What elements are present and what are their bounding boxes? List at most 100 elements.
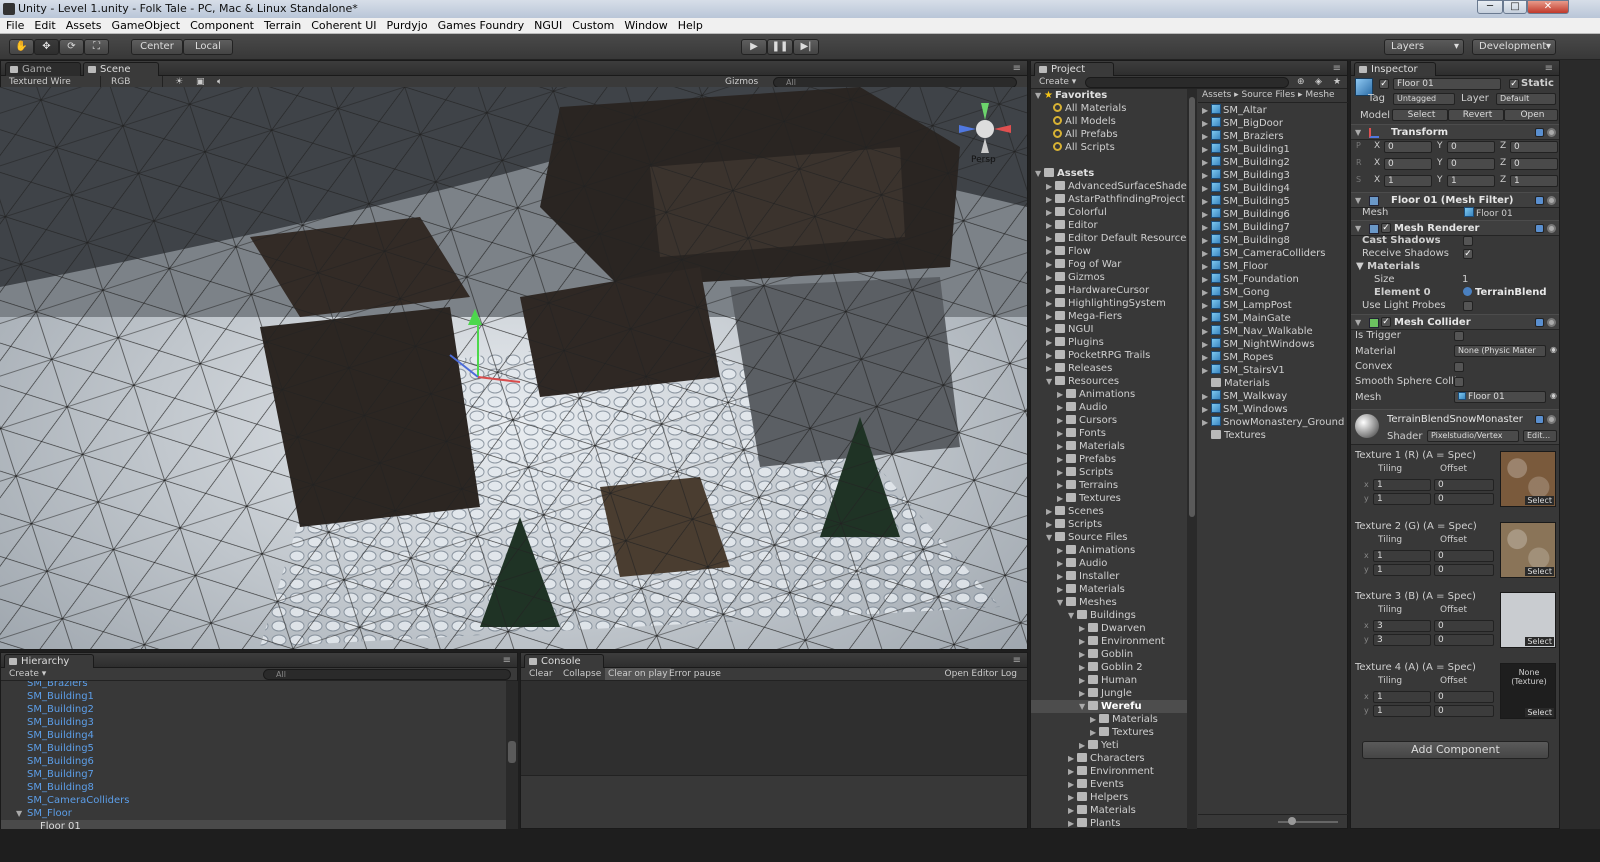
fold-arrow-icon[interactable]: ▶ — [1057, 427, 1066, 440]
fold-arrow-icon[interactable]: ▶ — [1068, 804, 1077, 817]
fold-arrow-icon[interactable]: ▼ — [1035, 167, 1044, 180]
offset-y-field[interactable]: 0 — [1434, 563, 1494, 576]
project-folder[interactable]: ▶ Materials — [1031, 804, 1187, 817]
transform-y-field[interactable]: 0 — [1447, 158, 1495, 170]
menu-purdyjo[interactable]: Purdyjo — [381, 18, 432, 34]
console-error-pause-toggle[interactable]: Error pause — [669, 668, 721, 680]
fold-arrow-icon[interactable]: ▶ — [1057, 544, 1066, 557]
project-folder[interactable]: ▶ Goblin — [1031, 648, 1187, 661]
fold-arrow-open-icon[interactable]: ▼ — [1057, 596, 1066, 609]
menu-coherent-ui[interactable]: Coherent UI — [305, 18, 380, 34]
project-folder[interactable]: ▼ Werefu — [1031, 700, 1187, 713]
project-folder[interactable]: ▶ Human — [1031, 674, 1187, 687]
mesh-renderer-header[interactable]: ▼ ✓ Mesh Renderer — [1351, 220, 1559, 236]
project-folder[interactable]: ▶ AdvancedSurfaceShaders — [1031, 180, 1187, 193]
transform-z-field[interactable]: 1 — [1510, 175, 1558, 187]
project-file[interactable]: ▶ SM_NightWindows — [1198, 338, 1348, 351]
material-header[interactable]: TerrainBlendSnowMonaster Shader Pixelstu… — [1351, 409, 1559, 445]
scene-viewport[interactable]: Persp — [0, 87, 1027, 649]
fold-arrow-open-icon[interactable]: ▼ — [1046, 531, 1055, 544]
pivot-center-button[interactable]: Center — [131, 39, 183, 55]
help-book-icon[interactable] — [1535, 224, 1544, 233]
static-dropdown[interactable]: Static — [1521, 78, 1554, 89]
play-button[interactable]: ▶ — [741, 39, 767, 55]
help-book-icon[interactable] — [1535, 415, 1544, 424]
hierarchy-item[interactable]: SM_Building6 — [1, 755, 506, 768]
project-folder[interactable]: ▶ Installer — [1031, 570, 1187, 583]
hierarchy-item[interactable]: ▼ SM_Floor — [1, 807, 506, 820]
texture-select-button[interactable]: Select — [1525, 707, 1554, 717]
favorite-item[interactable]: All Prefabs — [1031, 128, 1118, 141]
fold-arrow-icon[interactable]: ▼ — [1355, 193, 1361, 208]
fold-arrow-icon[interactable]: ▶ — [1046, 310, 1055, 323]
project-file[interactable]: ▶ SM_Walkway — [1198, 390, 1348, 403]
collider-material-field[interactable]: None (Physic Mater — [1454, 345, 1546, 357]
hierarchy-create-dropdown[interactable]: Create ▾ — [9, 668, 46, 680]
help-book-icon[interactable] — [1535, 318, 1544, 327]
fold-arrow-icon[interactable]: ▶ — [1202, 182, 1211, 195]
project-folder[interactable]: ▼ Resources — [1031, 375, 1187, 388]
fold-arrow-icon[interactable]: ▶ — [1046, 349, 1055, 362]
fold-arrow-icon[interactable]: ▶ — [1046, 258, 1055, 271]
project-file[interactable]: ▶ SM_StairsV1 — [1198, 364, 1348, 377]
panel-menu-icon[interactable]: ≡ — [1545, 63, 1553, 74]
fold-arrow-icon[interactable]: ▶ — [1202, 299, 1211, 312]
texture-preview[interactable]: Select — [1500, 451, 1556, 507]
project-folder[interactable]: ▶ Fonts — [1031, 427, 1187, 440]
tiling-x-field[interactable]: 3 — [1373, 620, 1431, 632]
fold-arrow-icon[interactable]: ▶ — [1046, 193, 1055, 206]
icon-size-slider[interactable] — [1198, 814, 1348, 828]
receive-shadows-checkbox[interactable]: ✓ — [1463, 249, 1473, 259]
fold-arrow-icon[interactable]: ▶ — [1202, 364, 1211, 377]
menu-gameobject[interactable]: GameObject — [106, 18, 185, 34]
fold-arrow-icon[interactable]: ▶ — [1202, 260, 1211, 273]
orientation-gizmo[interactable]: Persp — [955, 97, 1015, 167]
fold-arrow-icon[interactable]: ▶ — [1068, 765, 1077, 778]
fold-arrow-icon[interactable]: ▶ — [1046, 245, 1055, 258]
hierarchy-item[interactable]: SM_Building3 — [1, 716, 506, 729]
hierarchy-item[interactable]: SM_Building4 — [1, 729, 506, 742]
menu-terrain[interactable]: Terrain — [258, 18, 305, 34]
project-folder[interactable]: ▶ Goblin 2 — [1031, 661, 1187, 674]
shader-edit-button[interactable]: Edit... — [1523, 430, 1557, 442]
project-folder[interactable]: ▶ Fog of War — [1031, 258, 1187, 271]
help-book-icon[interactable] — [1535, 196, 1544, 205]
console-clear-button[interactable]: Clear — [529, 668, 553, 680]
fold-arrow-icon[interactable]: ▶ — [1202, 416, 1211, 429]
tab-scene[interactable]: Scene — [83, 62, 159, 76]
project-file[interactable]: ▶ SM_Building1 — [1198, 143, 1348, 156]
tab-inspector[interactable]: Inspector — [1354, 62, 1436, 76]
project-file[interactable]: ▶ SM_Building6 — [1198, 208, 1348, 221]
panel-menu-icon[interactable]: ≡ — [1333, 63, 1341, 74]
fold-arrow-icon[interactable]: ▶ — [1202, 221, 1211, 234]
fold-arrow-icon[interactable]: ▼ — [1035, 89, 1044, 102]
project-folder[interactable]: ▶ Animations — [1031, 388, 1187, 401]
mesh-collider-enabled-checkbox[interactable]: ✓ — [1381, 317, 1391, 327]
hierarchy-item[interactable]: Floor 01 — [1, 820, 506, 829]
fold-arrow-icon[interactable]: ▶ — [1202, 156, 1211, 169]
fold-arrow-icon[interactable]: ▶ — [1057, 414, 1066, 427]
fold-arrow-icon[interactable]: ▼ — [1355, 221, 1361, 236]
fold-arrow-icon[interactable]: ▶ — [1079, 622, 1088, 635]
fold-arrow-icon[interactable]: ▶ — [1068, 817, 1077, 829]
project-file[interactable]: ▶ SM_Building8 — [1198, 234, 1348, 247]
hierarchy-item[interactable]: SM_Building8 — [1, 781, 506, 794]
hierarchy-item[interactable]: SM_Building5 — [1, 742, 506, 755]
favorite-item[interactable]: All Models — [1031, 115, 1116, 128]
tab-project[interactable]: Project — [1034, 62, 1114, 76]
project-folder[interactable]: ▶ Mega-Fiers — [1031, 310, 1187, 323]
fold-arrow-icon[interactable]: ▶ — [1068, 752, 1077, 765]
project-tree-scrollbar[interactable] — [1187, 89, 1197, 829]
tiling-x-field[interactable]: 1 — [1373, 479, 1431, 491]
tiling-y-field[interactable]: 1 — [1373, 563, 1431, 576]
project-folder[interactable]: ▶ Colorful — [1031, 206, 1187, 219]
project-folder[interactable]: ▶ Characters — [1031, 752, 1187, 765]
active-checkbox[interactable]: ✓ — [1379, 79, 1389, 89]
fold-arrow-icon[interactable]: ▶ — [1202, 143, 1211, 156]
project-folder[interactable]: ▶ AstarPathfindingProject — [1031, 193, 1187, 206]
project-folder[interactable]: ▶ Textures — [1031, 726, 1187, 739]
hierarchy-scrollbar[interactable] — [506, 681, 518, 829]
project-folder[interactable]: ▼ Source Files — [1031, 531, 1187, 544]
fold-arrow-icon[interactable]: ▶ — [1090, 726, 1099, 739]
rotate-tool-button[interactable]: ⟳ — [59, 39, 84, 55]
